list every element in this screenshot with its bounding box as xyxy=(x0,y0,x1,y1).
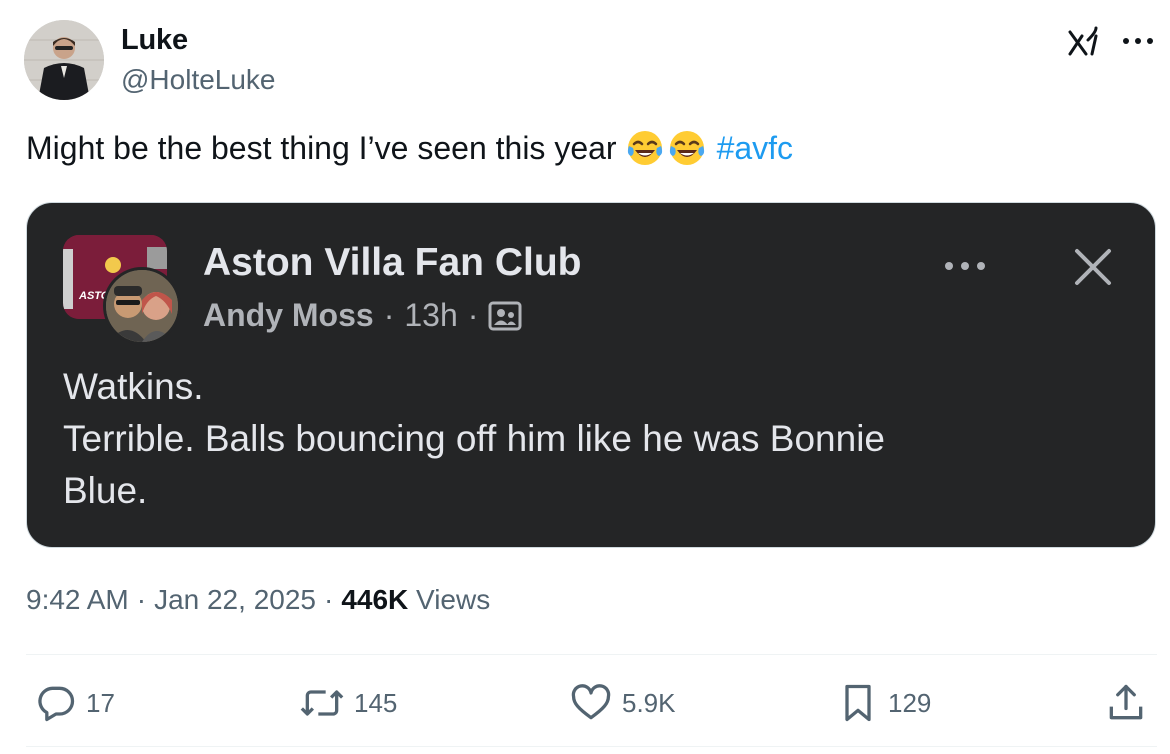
like-count: 5.9K xyxy=(622,687,676,718)
like-button[interactable]: 5.9K xyxy=(568,678,676,728)
heart-icon xyxy=(571,684,611,720)
tweet-meta: 9:42 AM · Jan 22, 2025 · 446K Views xyxy=(26,584,490,616)
member-photo-icon xyxy=(106,270,178,342)
divider xyxy=(26,746,1157,747)
post-body-line: Watkins. xyxy=(63,366,204,407)
post-body-line: Terrible. Balls bouncing off him like he… xyxy=(63,418,885,459)
reply-icon xyxy=(38,686,75,722)
repost-icon xyxy=(300,690,344,716)
repost-count: 145 xyxy=(354,687,398,718)
author-name[interactable]: Luke xyxy=(121,24,188,57)
card-more-icon xyxy=(945,262,985,270)
embedded-post-image[interactable]: ASTON VILLA FAN Aston Villa Fan Club And… xyxy=(26,202,1156,548)
tweet-date[interactable]: Jan 22, 2025 xyxy=(154,584,316,616)
group-name: Aston Villa Fan Club xyxy=(203,241,582,284)
tears-of-joy-emoji-icon xyxy=(669,131,704,165)
reply-button[interactable]: 17 xyxy=(34,678,115,728)
tweet-page: Luke @HolteLuke Might be the best thing … xyxy=(0,0,1170,754)
group-members-icon xyxy=(488,301,522,330)
meta-separator: · xyxy=(383,297,395,333)
card-close-icon xyxy=(1075,249,1111,285)
post-time: 13h xyxy=(404,297,458,333)
meta-separator: · xyxy=(323,584,334,615)
share-button[interactable] xyxy=(1104,678,1148,728)
member-avatar xyxy=(103,267,181,345)
divider xyxy=(26,654,1157,655)
meta-separator: · xyxy=(136,584,147,615)
post-body: Watkins. Terrible. Balls bouncing off hi… xyxy=(63,361,1123,517)
tears-of-joy-emoji-icon xyxy=(627,131,662,165)
post-author: Andy Moss xyxy=(203,297,374,333)
meta-separator: · xyxy=(467,297,479,333)
profile-photo-icon xyxy=(24,20,104,100)
reply-count: 17 xyxy=(86,687,115,718)
hashtag-link[interactable]: #avfc xyxy=(717,130,793,167)
views-label: Views xyxy=(416,584,491,615)
author-handle[interactable]: @HolteLuke xyxy=(121,64,276,96)
grok-icon[interactable] xyxy=(1066,24,1100,58)
tweet-time[interactable]: 9:42 AM xyxy=(26,584,129,616)
tweet-text: Might be the best thing I’ve seen this y… xyxy=(26,128,793,168)
bookmark-count: 129 xyxy=(888,687,932,718)
more-options-icon[interactable] xyxy=(1118,26,1158,56)
post-meta: Andy Moss · 13h · xyxy=(203,297,522,334)
bookmark-icon xyxy=(845,684,871,722)
repost-button[interactable]: 145 xyxy=(298,678,397,728)
share-icon xyxy=(1109,684,1143,720)
bookmark-button[interactable]: 129 xyxy=(836,678,931,728)
tweet-body: Might be the best thing I’ve seen this y… xyxy=(26,129,617,166)
views-count: 446K xyxy=(341,584,409,615)
author-avatar[interactable] xyxy=(24,20,104,100)
post-body-line: Blue. xyxy=(63,470,148,511)
